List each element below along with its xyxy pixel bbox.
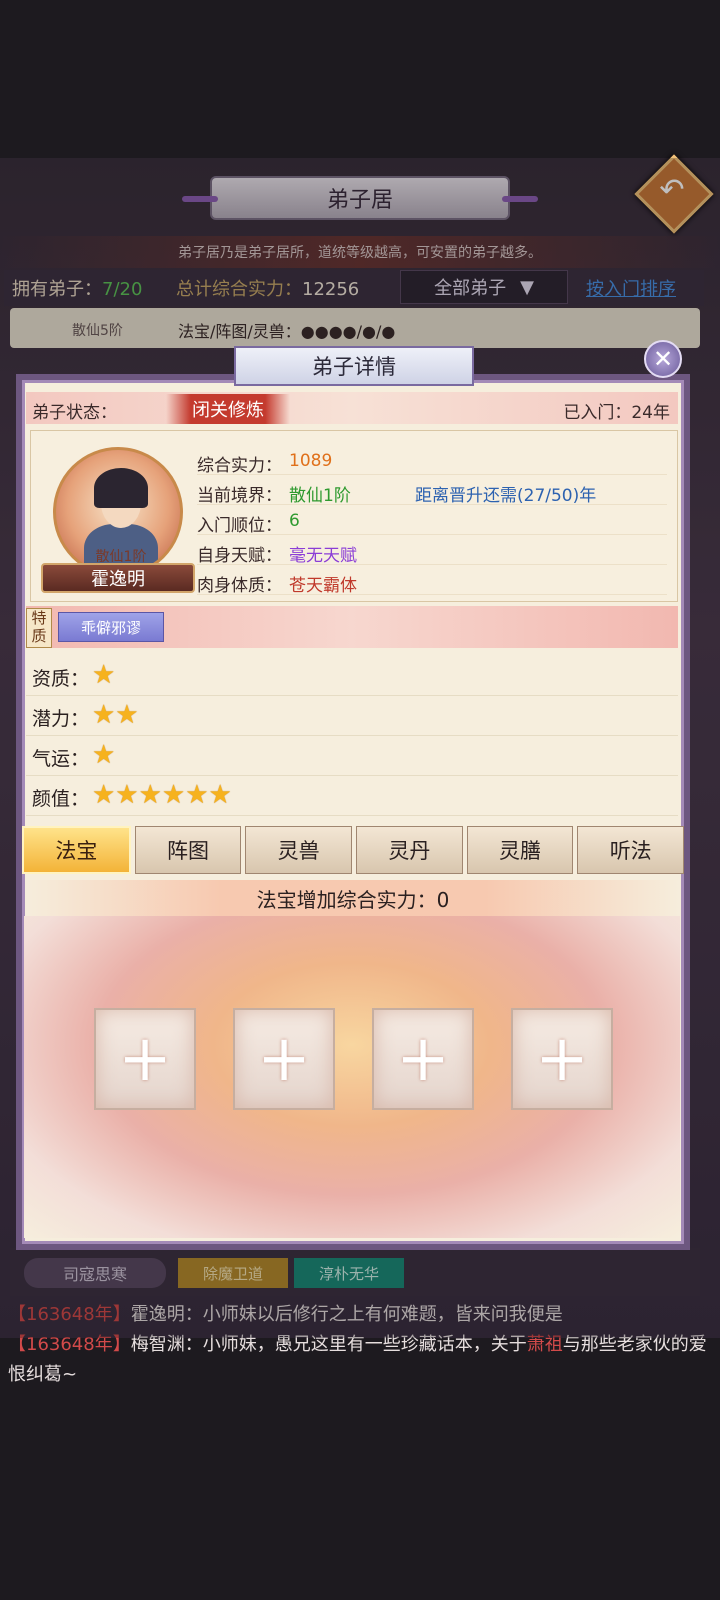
add-equipment-slot[interactable]: + bbox=[372, 1008, 474, 1110]
stat-row: 当前境界： 散仙1阶 距离晋升还需(27/50)年 bbox=[197, 477, 667, 506]
star-icon: ★ bbox=[92, 660, 116, 690]
tab-灵膳[interactable]: 灵膳 bbox=[466, 826, 574, 874]
bonus-text: 法宝增加综合实力：0 bbox=[22, 880, 684, 917]
stat-value: 6 bbox=[289, 511, 300, 531]
add-equipment-slot[interactable]: + bbox=[511, 1008, 613, 1110]
trait-badge[interactable]: 乖僻邪谬 bbox=[58, 612, 164, 642]
rating-row: 颜值： ★★★★★★ bbox=[26, 776, 678, 816]
status-value: 闭关修炼 bbox=[166, 394, 290, 424]
status-label: 弟子状态： bbox=[32, 403, 117, 423]
add-equipment-slot[interactable]: + bbox=[233, 1008, 335, 1110]
stat-row: 入门顺位： 6 bbox=[197, 507, 667, 536]
tab-法宝[interactable]: 法宝 bbox=[22, 826, 131, 874]
status-row: 弟子状态： 闭关修炼 已入门：24年 bbox=[26, 392, 678, 424]
star-icon: ★★ bbox=[92, 700, 139, 730]
stat-row: 自身天赋： 毫无天赋 bbox=[197, 537, 667, 566]
close-icon: ✕ bbox=[652, 345, 674, 373]
trait-row: 特质 乖僻邪谬 bbox=[26, 606, 678, 648]
stat-label: 入门顺位： bbox=[197, 516, 282, 536]
years-entered: 已入门：24年 bbox=[563, 403, 670, 423]
chat-line: 【163648年】梅智渊：小师妹，愚兄这里有一些珍藏话本，关于萧祖与那些老家伙的… bbox=[8, 1334, 707, 1385]
rating-row: 资质： ★ bbox=[26, 656, 678, 696]
tab-阵图[interactable]: 阵图 bbox=[134, 826, 242, 874]
star-icon: ★ bbox=[92, 740, 116, 770]
close-button[interactable]: ✕ bbox=[644, 340, 682, 378]
trait-label: 特质 bbox=[26, 608, 52, 648]
tab-听法[interactable]: 听法 bbox=[577, 826, 685, 874]
stat-label: 肉身体质： bbox=[197, 576, 282, 596]
rating-label: 颜值： bbox=[32, 788, 90, 810]
star-icon: ★★★★★★ bbox=[92, 780, 232, 810]
disciple-info-box: 散仙1阶 霍逸明 综合实力： 1089 当前境界： 散仙1阶 距离晋升还需(27/50)… bbox=[30, 430, 678, 602]
rating-label: 潜力： bbox=[32, 708, 90, 730]
stat-value: 苍天霸体 bbox=[289, 576, 357, 596]
stat-value: 1089 bbox=[289, 451, 333, 471]
rating-row: 气运： ★ bbox=[26, 736, 678, 776]
add-equipment-slot[interactable]: + bbox=[94, 1008, 196, 1110]
tab-灵兽[interactable]: 灵兽 bbox=[245, 826, 353, 874]
avatar: 散仙1阶 bbox=[53, 447, 183, 577]
promotion-progress: 距离晋升还需(27/50)年 bbox=[415, 486, 597, 506]
stat-label: 自身天赋： bbox=[197, 546, 282, 566]
rating-label: 气运： bbox=[32, 748, 90, 770]
rating-row: 潜力： ★★ bbox=[26, 696, 678, 736]
disciple-name: 霍逸明 bbox=[41, 563, 195, 593]
tab-灵丹[interactable]: 灵丹 bbox=[356, 826, 463, 874]
stat-value: 散仙1阶 bbox=[289, 486, 351, 506]
stat-value: 毫无天赋 bbox=[289, 546, 357, 566]
stat-label: 当前境界： bbox=[197, 486, 282, 506]
rating-label: 资质： bbox=[32, 668, 90, 690]
stat-row: 综合实力： 1089 bbox=[197, 447, 667, 476]
stat-label: 综合实力： bbox=[197, 456, 282, 476]
equipment-tabs: 法宝 阵图 灵兽 灵丹 灵膳 听法 bbox=[22, 826, 685, 874]
dialog-title: 弟子详情 bbox=[234, 346, 474, 386]
stat-row: 肉身体质： 苍天霸体 bbox=[197, 567, 667, 596]
